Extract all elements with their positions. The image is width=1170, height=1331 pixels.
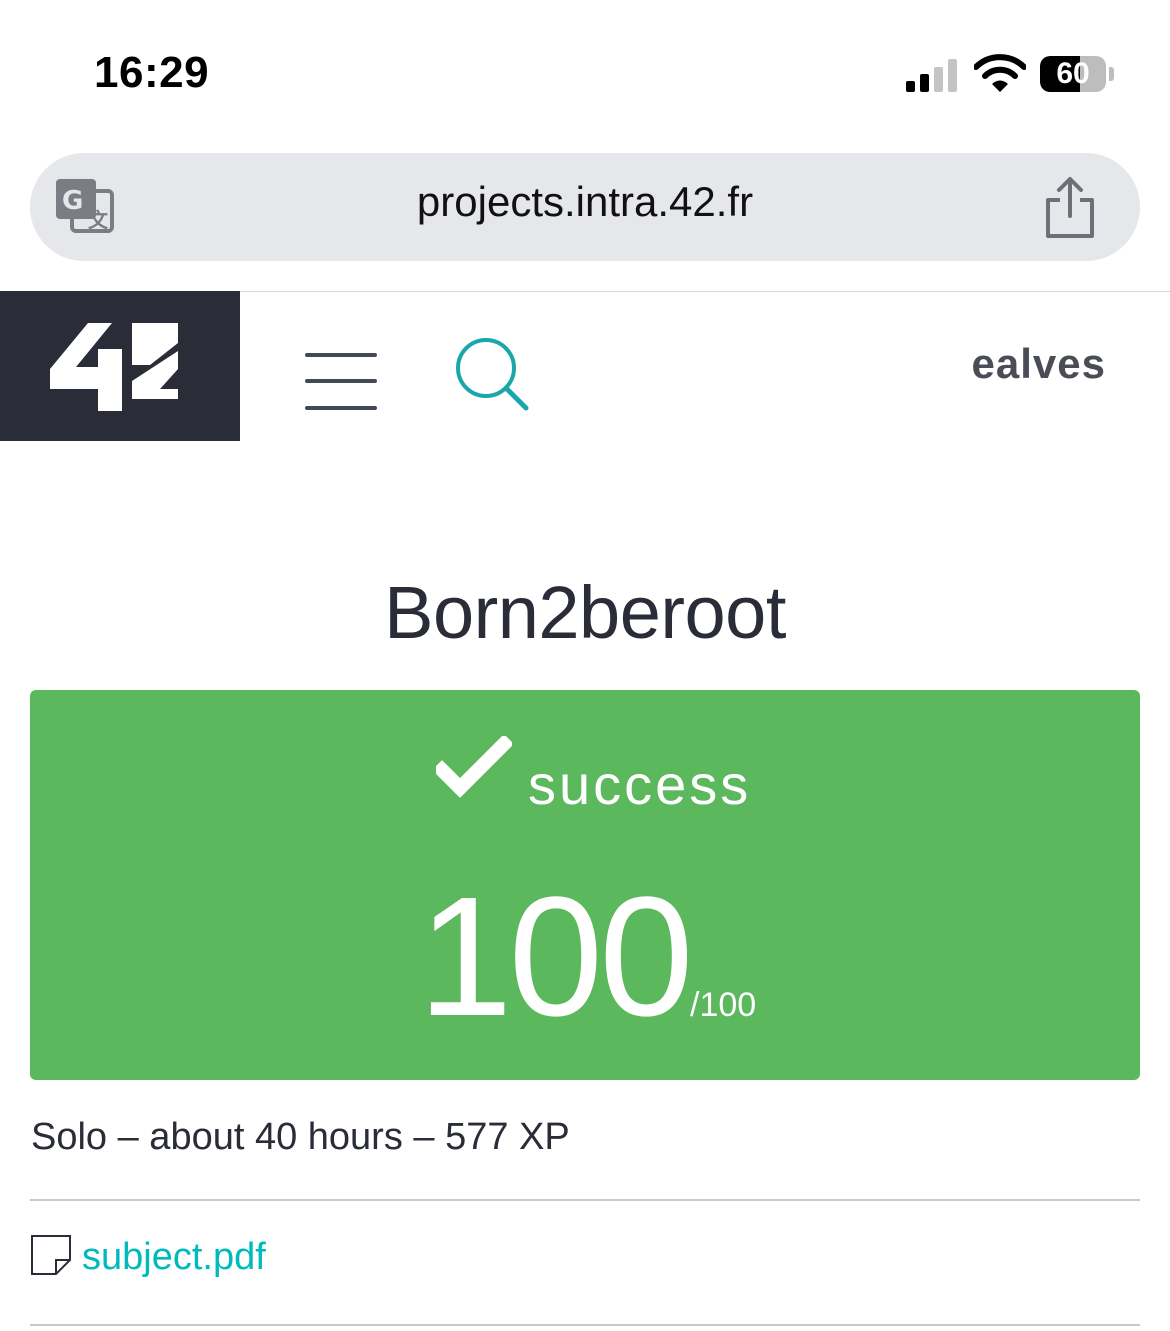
wifi-icon	[974, 54, 1026, 92]
battery-percent: 60	[1056, 57, 1090, 90]
document-icon	[31, 1235, 71, 1275]
username[interactable]: ealves	[972, 340, 1106, 388]
status-label: success	[528, 753, 752, 816]
url-text[interactable]: projects.intra.42.fr	[0, 178, 1170, 226]
share-icon[interactable]	[1040, 176, 1100, 240]
project-title: Born2beroot	[384, 571, 786, 654]
score-value: 100	[418, 862, 694, 1052]
divider	[30, 1324, 1140, 1326]
logo-42-icon	[50, 323, 178, 411]
divider	[30, 1199, 1140, 1201]
cellular-signal-icon	[906, 58, 960, 92]
battery-tip	[1109, 67, 1114, 81]
logo-42[interactable]	[0, 291, 240, 441]
status-time: 16:29	[94, 48, 210, 97]
subject-pdf-link[interactable]: subject.pdf	[82, 1236, 266, 1279]
battery-icon: 60	[1040, 56, 1106, 92]
hamburger-menu-icon[interactable]	[305, 352, 377, 412]
checkmark-icon	[436, 736, 512, 798]
project-meta: Solo – about 40 hours – 577 XP	[31, 1116, 570, 1158]
score-max: /100	[690, 986, 757, 1024]
search-icon[interactable]	[452, 336, 532, 416]
